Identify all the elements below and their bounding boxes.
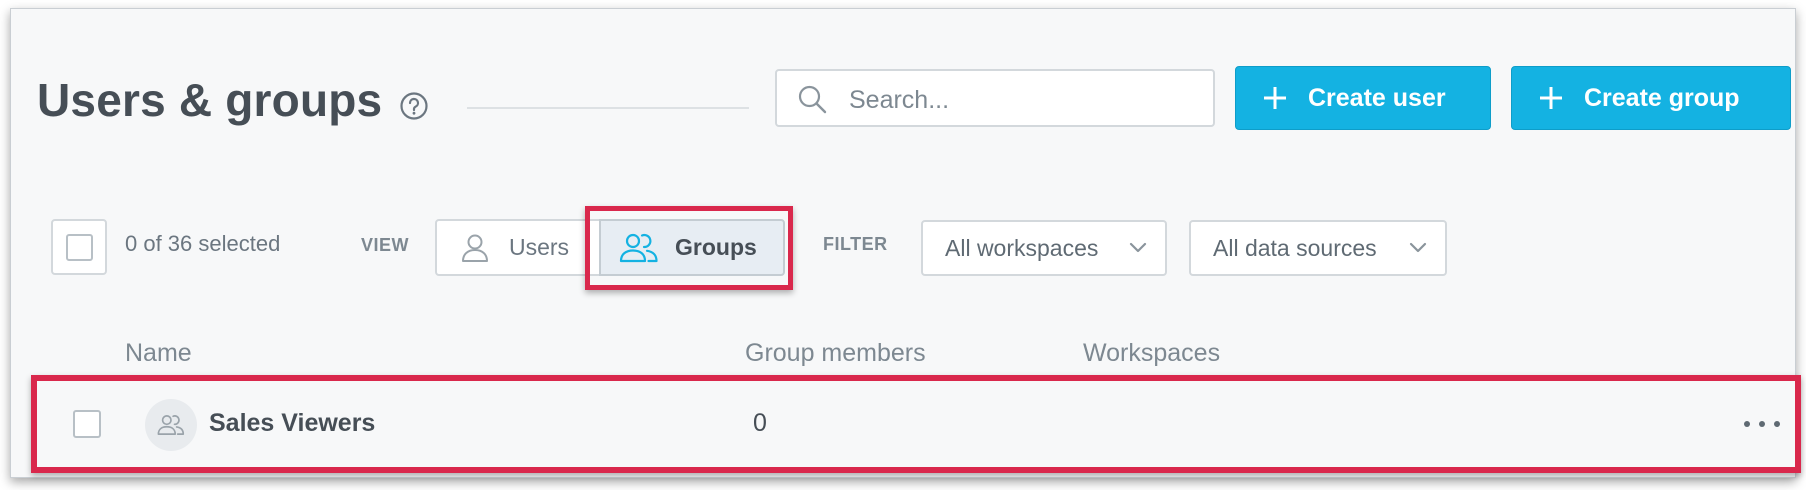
data-sources-filter-dropdown[interactable]: All data sources — [1189, 220, 1447, 276]
select-all-control[interactable] — [51, 219, 107, 275]
filter-label: FILTER — [823, 234, 888, 254]
plus-icon — [1264, 87, 1286, 109]
user-icon — [462, 234, 488, 262]
row-highlight — [31, 375, 1801, 473]
column-header-name[interactable]: Name — [125, 339, 192, 368]
view-label: VIEW — [361, 235, 410, 255]
view-users-toggle[interactable]: Users — [435, 219, 605, 276]
column-header-workspaces[interactable]: Workspaces — [1083, 339, 1220, 368]
chevron-down-icon — [1129, 242, 1147, 253]
column-header-group-members[interactable]: Group members — [745, 339, 926, 368]
selected-count: 0 of 36 selected — [125, 231, 281, 256]
page-title: Users & groups — [37, 74, 383, 126]
create-group-label: Create group — [1584, 83, 1740, 112]
workspaces-filter-value: All workspaces — [945, 234, 1099, 261]
data-sources-filter-value: All data sources — [1213, 234, 1377, 261]
title-divider — [467, 107, 749, 109]
select-all-checkbox[interactable] — [66, 234, 93, 261]
users-groups-panel: Users & groups Create user Create group — [10, 8, 1801, 478]
plus-icon — [1540, 87, 1562, 109]
create-user-button[interactable]: Create user — [1235, 66, 1491, 130]
groups-toggle-highlight — [585, 206, 793, 290]
chevron-down-icon — [1409, 242, 1427, 253]
search-input[interactable] — [847, 81, 1201, 119]
help-circle-icon[interactable] — [399, 91, 429, 121]
view-users-label: Users — [509, 234, 570, 260]
search-box[interactable] — [775, 69, 1215, 127]
create-group-button[interactable]: Create group — [1511, 66, 1791, 130]
create-user-label: Create user — [1308, 83, 1446, 112]
search-icon — [797, 84, 827, 114]
workspaces-filter-dropdown[interactable]: All workspaces — [921, 220, 1167, 276]
